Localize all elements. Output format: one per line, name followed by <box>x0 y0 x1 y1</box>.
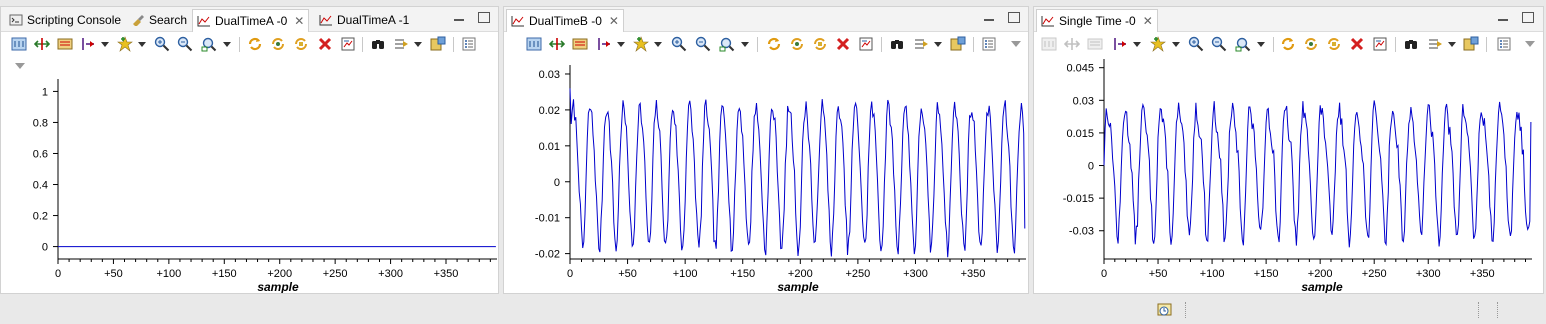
x-axis-label: sample <box>777 280 819 293</box>
x-tick-label: +100 <box>156 268 181 280</box>
y-tick-label: 0.8 <box>33 117 48 129</box>
x-tick-label: +250 <box>323 268 348 280</box>
x-tick-label: +100 <box>673 268 698 280</box>
series-line <box>1103 100 1532 248</box>
y-tick-label: 0 <box>1088 161 1094 173</box>
x-tick-label: +50 <box>618 268 637 280</box>
series-line <box>569 88 1026 258</box>
y-tick-label: 0.4 <box>33 180 48 192</box>
middle-chart: 0 +50 +100 +150 +200 +250 +300 +350 0.03 0.02 0.01… <box>535 65 1026 293</box>
x-tick-label: +350 <box>434 268 459 280</box>
x-tick-label: +50 <box>104 268 123 280</box>
x-tick-label: +200 <box>1308 268 1333 280</box>
y-tick-label: 0.03 <box>1073 95 1094 107</box>
y-tick-label: 0.03 <box>539 69 560 81</box>
x-tick-label: +150 <box>730 268 755 280</box>
status-separator <box>1478 302 1480 318</box>
y-tick-label: 0.015 <box>1066 128 1094 140</box>
status-separator <box>1185 302 1187 318</box>
y-tick-label: 0.02 <box>539 105 560 117</box>
x-tick-label: +50 <box>1149 268 1168 280</box>
x-tick-label: +200 <box>267 268 292 280</box>
x-tick-label: +250 <box>845 268 870 280</box>
y-tick-label: -0.01 <box>535 213 560 225</box>
x-tick-label: +300 <box>903 268 928 280</box>
x-axis-label: sample <box>1301 280 1343 293</box>
y-tick-label: -0.02 <box>535 249 560 261</box>
y-tick-label: 0.6 <box>33 148 48 160</box>
x-tick-label: +300 <box>378 268 403 280</box>
y-tick-label: -0.015 <box>1063 193 1094 205</box>
right-chart-panel: Single Time -0 ✕ 0 +50 +100 +150 +200 +2… <box>1033 6 1544 294</box>
x-tick-label: +250 <box>1362 268 1387 280</box>
right-chart: 0 +50 +100 +150 +200 +250 +300 +350 0.045 0.03 0.0… <box>1063 59 1532 293</box>
y-tick-label: 0 <box>42 242 48 254</box>
x-tick-label: 0 <box>567 268 573 280</box>
x-tick-label: +350 <box>961 268 986 280</box>
y-tick-label: 0 <box>554 177 560 189</box>
x-axis-label: sample <box>257 280 299 293</box>
x-tick-label: +350 <box>1470 268 1495 280</box>
x-tick-label: 0 <box>55 268 61 280</box>
left-chart-panel: Scripting Console Search DualTimeA -0 ✕ … <box>0 6 499 294</box>
progress-view-icon[interactable] <box>1156 302 1174 318</box>
x-tick-label: 0 <box>1101 268 1107 280</box>
y-tick-label: 1 <box>42 86 48 98</box>
left-chart: 0 +50 +100 +150 +200 +250 +300 +350 1 0.8 0.6 0.4 0.… <box>33 79 497 293</box>
y-tick-label: 0.045 <box>1066 63 1094 75</box>
y-tick-label: 0.2 <box>33 211 48 223</box>
x-tick-label: +150 <box>212 268 237 280</box>
status-separator <box>1497 302 1499 318</box>
status-bar <box>0 296 1546 324</box>
y-tick-label: 0.01 <box>539 141 560 153</box>
x-tick-label: +300 <box>1416 268 1441 280</box>
middle-chart-panel: DualTimeB -0 ✕ 0 +50 +100 +150 +200 +250… <box>503 6 1029 294</box>
x-tick-label: +150 <box>1254 268 1279 280</box>
x-tick-label: +200 <box>788 268 813 280</box>
y-tick-label: -0.03 <box>1069 226 1094 238</box>
x-tick-label: +100 <box>1200 268 1225 280</box>
